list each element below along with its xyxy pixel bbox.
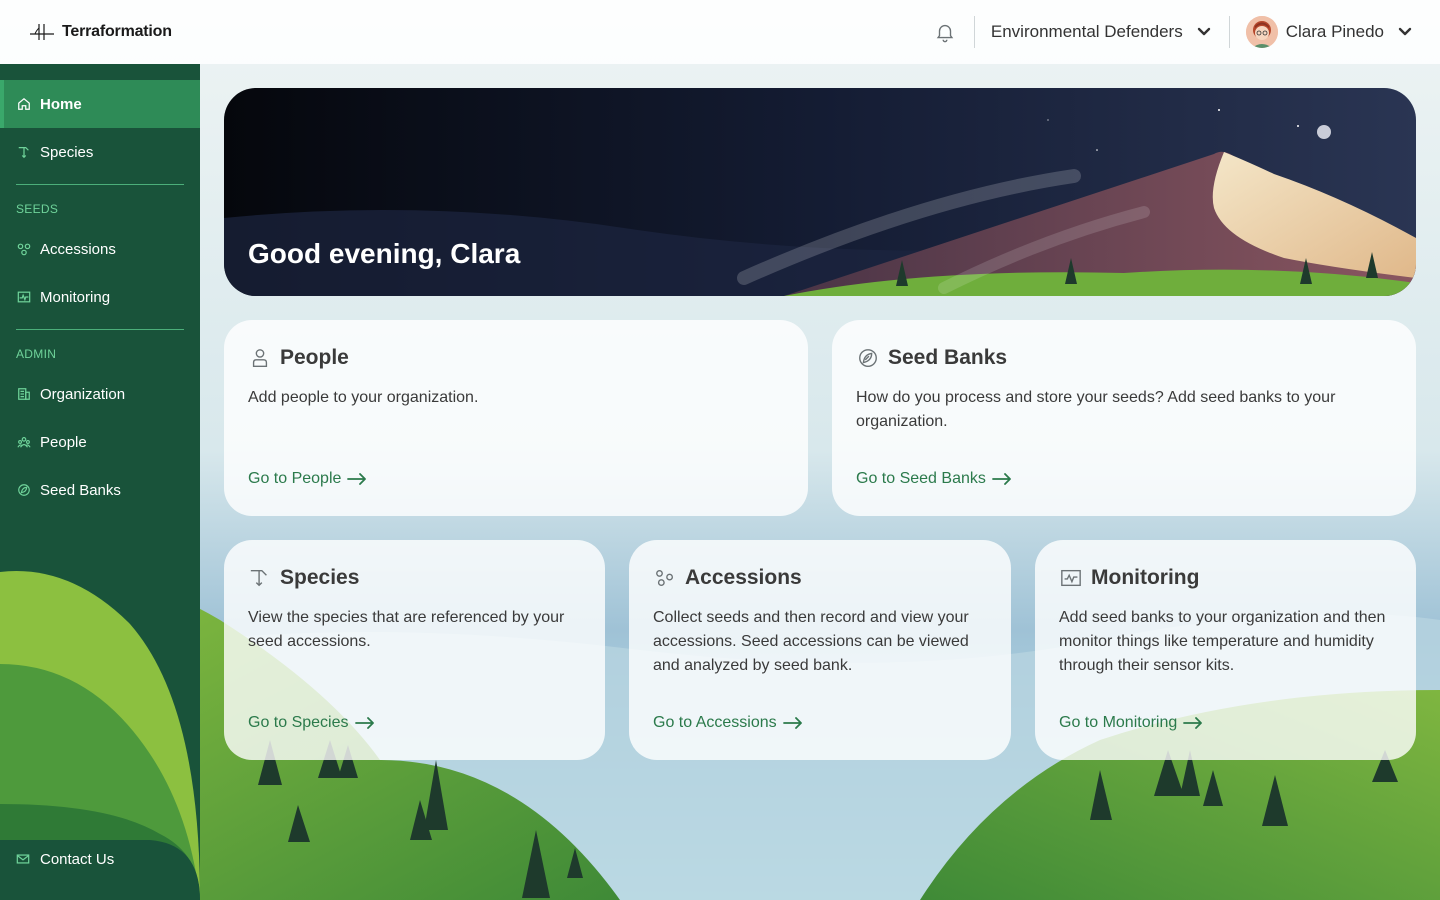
- arrow-right-icon: [354, 717, 374, 729]
- sidebar-section-seeds: SEEDS: [16, 202, 59, 216]
- sidebar-item-seed-banks[interactable]: Seed Banks: [0, 466, 200, 514]
- sidebar-item-home[interactable]: Home: [0, 80, 200, 128]
- person-icon: [248, 346, 272, 370]
- arrow-right-icon: [347, 473, 367, 485]
- species-icon: [16, 144, 32, 160]
- card-description: Add seed banks to your organization and …: [1059, 609, 1386, 674]
- card-title: Accessions: [685, 566, 802, 589]
- sidebar-item-species[interactable]: Species: [0, 128, 200, 176]
- arrow-right-icon: [782, 717, 802, 729]
- organization-icon: [16, 386, 32, 402]
- sidebar-item-label: Organization: [40, 385, 126, 403]
- top-header: Terraformation Environmental Defenders C…: [0, 0, 1440, 64]
- link-label: Go to Accessions: [653, 714, 777, 731]
- card-title: Species: [280, 566, 360, 589]
- accessions-icon: [16, 241, 32, 257]
- sidebar: Home Species SEEDS Accessions Monitoring…: [0, 64, 200, 900]
- species-card: Species View the species that are refere…: [224, 540, 605, 760]
- sidebar-divider: [16, 184, 184, 185]
- card-title: Monitoring: [1091, 566, 1200, 589]
- people-card: People Add people to your organization. …: [224, 320, 808, 516]
- chevron-down-icon: [1398, 27, 1412, 36]
- sidebar-item-label: Accessions: [40, 240, 116, 258]
- sidebar-item-accessions[interactable]: Accessions: [0, 225, 200, 273]
- card-title: Seed Banks: [888, 346, 1008, 369]
- link-label: Go to People: [248, 470, 342, 487]
- card-title: People: [280, 346, 349, 369]
- organization-selector[interactable]: Environmental Defenders: [975, 22, 1229, 42]
- arrow-right-icon: [991, 473, 1011, 485]
- contact-us-label: Contact Us: [40, 850, 115, 868]
- greeting-heading: Good evening, Clara: [248, 238, 521, 269]
- monitoring-icon: [16, 289, 32, 305]
- sidebar-item-label: Home: [40, 95, 82, 113]
- sidebar-item-monitoring[interactable]: Monitoring: [0, 273, 200, 321]
- arrow-right-icon: [1183, 717, 1203, 729]
- terraformation-logo-icon: [30, 24, 54, 40]
- people-icon: [16, 434, 32, 450]
- monitoring-icon: [1059, 566, 1083, 590]
- monitoring-card: Monitoring Add seed banks to your organi…: [1035, 540, 1416, 760]
- link-label: Go to Monitoring: [1059, 714, 1178, 731]
- sidebar-item-label: People: [40, 433, 87, 451]
- logo[interactable]: Terraformation: [28, 20, 172, 44]
- go-to-accessions-link[interactable]: Go to Accessions: [653, 714, 803, 732]
- card-description: Collect seeds and then record and view y…: [653, 609, 969, 674]
- sidebar-item-contact-us[interactable]: Contact Us: [0, 835, 200, 883]
- sidebar-divider: [16, 329, 184, 330]
- accessions-icon: [653, 566, 677, 590]
- seed-banks-card: Seed Banks How do you process and store …: [832, 320, 1416, 516]
- go-to-species-link[interactable]: Go to Species: [248, 714, 375, 732]
- hero-banner: Good evening, Clara: [224, 88, 1416, 296]
- card-description: View the species that are referenced by …: [248, 609, 565, 650]
- go-to-people-link[interactable]: Go to People: [248, 470, 367, 488]
- user-name: Clara Pinedo: [1285, 22, 1384, 41]
- mail-icon: [16, 851, 32, 867]
- sidebar-item-people[interactable]: People: [0, 418, 200, 466]
- sidebar-item-label: Seed Banks: [40, 481, 121, 499]
- link-label: Go to Species: [248, 714, 349, 731]
- accessions-card: Accessions Collect seeds and then record…: [629, 540, 1011, 760]
- sidebar-item-organization[interactable]: Organization: [0, 370, 200, 418]
- sidebar-item-label: Species: [40, 143, 94, 161]
- avatar: [1245, 16, 1278, 48]
- seed-bank-icon: [16, 482, 32, 498]
- user-menu[interactable]: Clara Pinedo: [1230, 16, 1412, 48]
- home-icon: [16, 96, 32, 112]
- go-to-seed-banks-link[interactable]: Go to Seed Banks: [856, 470, 1012, 488]
- species-icon: [248, 566, 272, 590]
- chevron-down-icon: [1197, 27, 1210, 36]
- link-label: Go to Seed Banks: [856, 470, 986, 487]
- sidebar-item-label: Monitoring: [40, 288, 111, 306]
- card-description: Add people to your organization.: [248, 389, 479, 406]
- sidebar-section-admin: ADMIN: [16, 347, 57, 361]
- go-to-monitoring-link[interactable]: Go to Monitoring: [1059, 714, 1203, 732]
- notifications-bell-icon[interactable]: [933, 20, 957, 44]
- card-description: How do you process and store your seeds?…: [856, 389, 1336, 430]
- seed-bank-icon: [856, 346, 880, 370]
- logo-text: Terraformation: [62, 23, 172, 40]
- organization-name: Environmental Defenders: [990, 22, 1183, 41]
